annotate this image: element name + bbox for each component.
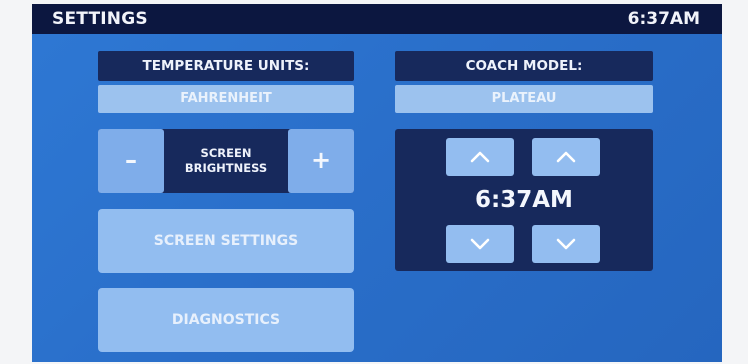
clock-time-display: 6:37AM — [475, 187, 573, 213]
chevron-up-icon — [556, 151, 576, 163]
brightness-label-line2: BRIGHTNESS — [184, 161, 268, 175]
screen-brightness-control: – SCREEN BRIGHTNESS + — [98, 129, 354, 193]
coach-model-selector[interactable]: PLATEAU — [395, 85, 653, 113]
chevron-down-icon — [556, 238, 576, 250]
chevron-up-icon — [470, 151, 490, 163]
settings-screen: SETTINGS 6:37AM TEMPERATURE UNITS: FAHRE… — [32, 4, 722, 362]
hour-up-button[interactable] — [446, 138, 514, 176]
header-clock: 6:37AM — [627, 9, 700, 29]
minute-down-button[interactable] — [532, 225, 600, 263]
chevron-down-icon — [470, 238, 490, 250]
page-title: SETTINGS — [52, 9, 148, 29]
brightness-decrease-button[interactable]: – — [98, 129, 164, 193]
diagnostics-button[interactable]: DIAGNOSTICS — [98, 288, 354, 352]
coach-model-label: COACH MODEL: — [395, 51, 653, 81]
screen-settings-button[interactable]: SCREEN SETTINGS — [98, 209, 354, 273]
minute-up-button[interactable] — [532, 138, 600, 176]
temperature-units-label: TEMPERATURE UNITS: — [98, 51, 354, 81]
brightness-label-line1: SCREEN — [200, 146, 252, 160]
brightness-label: SCREEN BRIGHTNESS — [164, 129, 288, 193]
temperature-units-toggle[interactable]: FAHRENHEIT — [98, 85, 354, 113]
top-bar: SETTINGS 6:37AM — [32, 4, 722, 34]
hour-down-button[interactable] — [446, 225, 514, 263]
clock-setter-panel: 6:37AM — [395, 129, 653, 271]
brightness-increase-button[interactable]: + — [288, 129, 354, 193]
